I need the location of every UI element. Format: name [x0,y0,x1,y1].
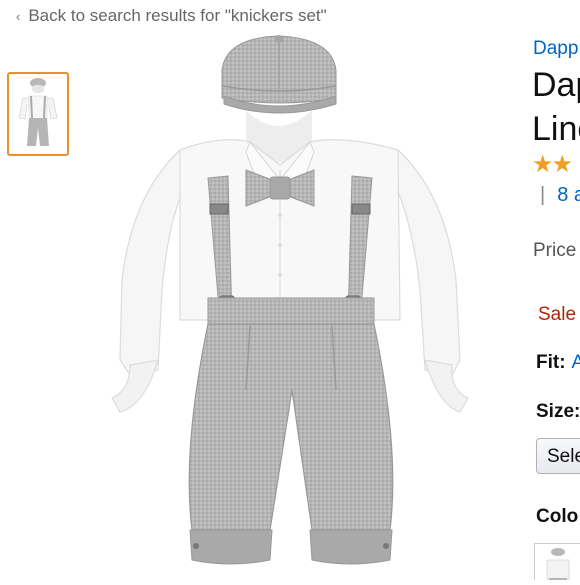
product-title-line1: Dap [532,66,580,104]
sale-label: Sale [538,304,577,325]
product-photo [111,35,469,565]
fit-label: Fit: [536,352,566,373]
product-title-line2: Line [532,110,580,148]
product-details-panel: Dapp Dap Line ★★ | 8 a Price Sale Fit: A S… [530,0,580,580]
divider: | [540,184,546,206]
color-swatch[interactable] [534,543,580,580]
swatch-thumbnail [546,548,570,580]
chevron-left-icon: ‹ [16,9,21,24]
size-label: Size: [536,401,580,422]
thumbnail-image [18,78,58,146]
back-link-label: Back to search results for "knickers set… [28,6,327,25]
product-thumbnail[interactable] [7,72,69,156]
reviews-link[interactable]: | 8 a [540,184,580,207]
size-select-button[interactable]: Sele [536,438,580,474]
brand-link[interactable]: Dapp [533,38,578,60]
back-to-search-link[interactable]: ‹ Back to search results for "knickers se… [16,6,327,26]
product-main-image[interactable] [100,30,480,580]
price-label: Price [533,240,577,261]
star-rating[interactable]: ★★ [532,150,573,179]
color-label: Colo [536,506,579,527]
reviews-count: 8 a [557,184,580,206]
fit-row: Fit: A [536,352,580,374]
fit-value-link[interactable]: A [572,352,580,373]
